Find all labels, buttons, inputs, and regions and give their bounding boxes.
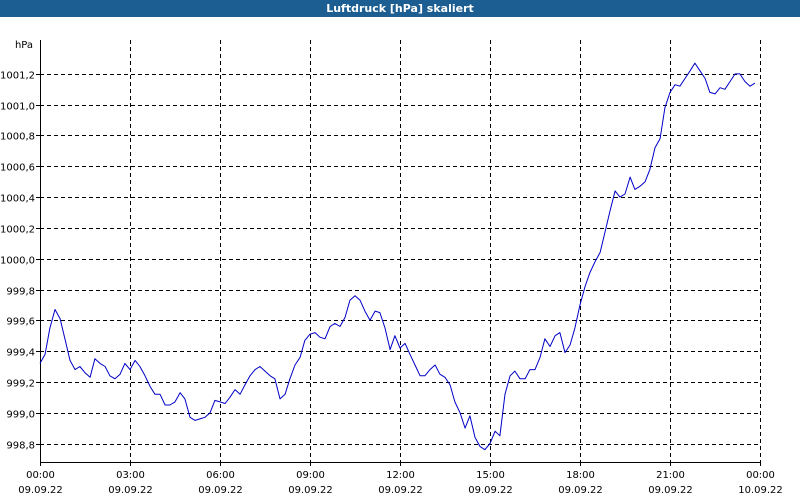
x-tick-label-date: 09.09.22: [288, 485, 333, 496]
y-tick-label: 999,6: [6, 317, 35, 328]
y-tick-label: 1000,2: [0, 225, 35, 236]
y-tick-label: 1000,4: [0, 194, 35, 205]
x-tick-label-date: 09.09.22: [468, 485, 513, 496]
y-tick-label: 999,4: [6, 348, 35, 359]
x-tick-label-time: 03:00: [116, 470, 145, 481]
y-tick-label: 998,8: [6, 441, 35, 452]
chart-title: Luftdruck [hPa] skaliert: [326, 2, 474, 15]
x-tick-label-date: 09.09.22: [108, 485, 153, 496]
y-tick-label: 1001,2: [0, 71, 35, 82]
y-tick-label: 999,8: [6, 287, 35, 298]
y-tick-label: 1000,0: [0, 256, 35, 267]
y-tick-label: 999,0: [6, 410, 35, 421]
y-axis-label: hPa: [15, 40, 33, 51]
plot-area: 998,8 999,0 999,2 999,4 999,6 999,8 1000,0 1000…: [0, 40, 783, 496]
x-tick-label-time: 06:00: [206, 470, 235, 481]
x-tick-label-date: 09.09.22: [18, 485, 63, 496]
x-tick-label-date: 10.09.22: [738, 485, 783, 496]
x-tick-label-time: 21:00: [656, 470, 685, 481]
line-chart: 998,8 999,0 999,2 999,4 999,6 999,8 1000,0 1000…: [0, 40, 783, 496]
x-tick-label-time: 15:00: [476, 470, 505, 481]
x-tick-label-time: 18:00: [566, 470, 595, 481]
chart-title-bar: Luftdruck [hPa] skaliert: [0, 0, 800, 17]
x-tick-label-date: 09.09.22: [558, 485, 603, 496]
y-tick-label: 1000,8: [0, 132, 35, 143]
x-tick-label-date: 09.09.22: [198, 485, 243, 496]
x-tick-label-time: 00:00: [746, 470, 775, 481]
x-tick-label-time: 00:00: [26, 470, 55, 481]
y-tick-label: 999,2: [6, 379, 35, 390]
series-line: [39, 62, 756, 451]
x-tick-label-time: 09:00: [296, 470, 325, 481]
x-tick-label-date: 09.09.22: [648, 485, 693, 496]
y-tick-label: 1000,6: [0, 163, 35, 174]
x-tick-label-date: 09.09.22: [378, 485, 423, 496]
x-tick-label-time: 12:00: [386, 470, 415, 481]
y-tick-label: 1001,0: [0, 102, 35, 113]
